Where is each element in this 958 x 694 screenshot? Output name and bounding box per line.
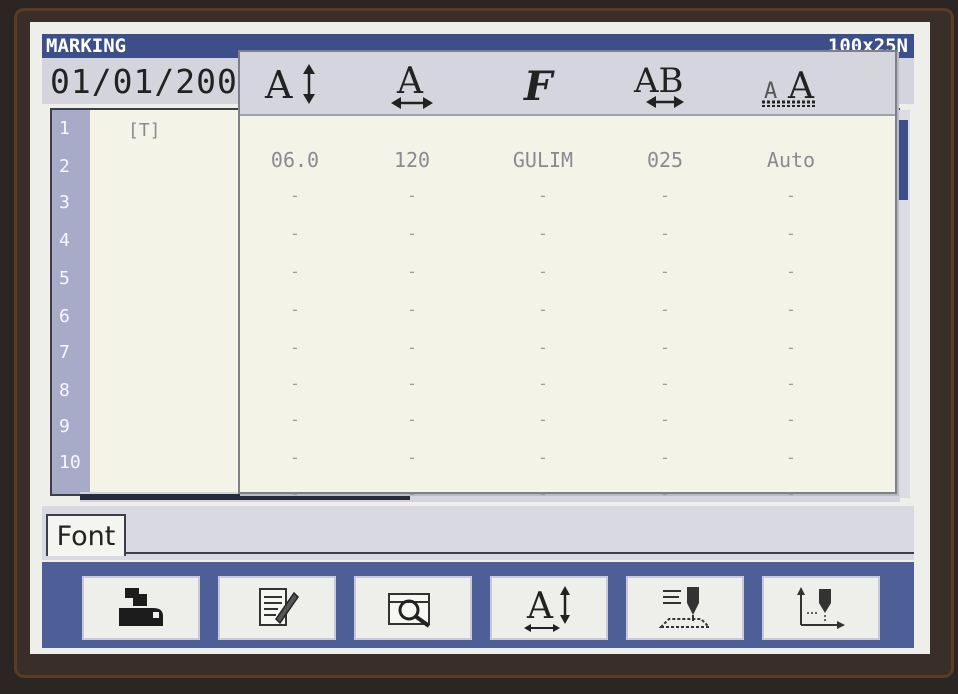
empty-cell-marker: - (660, 484, 670, 503)
lcd-screen: MARKING 100x25N 01/01/2008 1 2 3 4 5 6 7… (30, 22, 930, 654)
mark-icon (658, 587, 712, 628)
font-panel-header: A A F AB A A (240, 52, 895, 116)
empty-cell-marker: - (786, 410, 796, 429)
line-number[interactable]: 7 (59, 342, 70, 363)
line-number[interactable]: 4 (59, 230, 70, 251)
empty-cell-marker: - (786, 300, 796, 319)
svg-text:A: A (787, 66, 815, 107)
svg-text:A: A (526, 586, 554, 627)
empty-cell-marker: - (660, 224, 670, 243)
empty-cell-marker: - (290, 224, 300, 243)
empty-cell-marker: - (538, 374, 548, 393)
empty-cell-marker: - (290, 374, 300, 393)
empty-cell-marker: - (290, 338, 300, 357)
empty-cell-marker: - (786, 186, 796, 205)
vertical-scroll-thumb[interactable] (898, 120, 908, 200)
font-settings-button[interactable]: A (490, 576, 608, 640)
line-number[interactable]: 10 (59, 452, 81, 473)
char-spacing-icon[interactable]: AB (620, 58, 710, 110)
empty-cell-marker: - (538, 262, 548, 281)
back-button[interactable] (82, 576, 200, 640)
vertical-scrollbar[interactable] (896, 110, 910, 498)
svg-text:A: A (264, 63, 293, 107)
svg-text:AB: AB (633, 61, 684, 101)
origin-position-button[interactable] (762, 576, 880, 640)
line-number[interactable]: 2 (59, 156, 70, 177)
font-face-icon[interactable]: F (498, 58, 588, 110)
line-number[interactable]: 1 (59, 118, 70, 139)
char-height-value[interactable]: 06.0 (250, 148, 340, 172)
empty-cell-marker: - (786, 224, 796, 243)
line-number[interactable]: 9 (59, 416, 70, 437)
svg-text:A: A (764, 79, 777, 104)
empty-cell-marker: - (407, 374, 417, 393)
edit-button[interactable] (218, 576, 336, 640)
empty-cell-marker: - (660, 262, 670, 281)
line-1-content[interactable]: [T] (128, 120, 161, 141)
empty-cell-marker: - (660, 338, 670, 357)
empty-cell-marker: - (538, 448, 548, 467)
svg-text:A: A (396, 61, 424, 102)
line-number[interactable]: 3 (59, 192, 70, 213)
date-display: 01/01/2008 (50, 62, 259, 101)
empty-cell-marker: - (407, 186, 417, 205)
empty-cell-marker: - (660, 410, 670, 429)
empty-cell-marker: - (407, 484, 417, 503)
char-height-icon[interactable]: A (250, 58, 340, 110)
font-settings-panel: A A F AB A A 06.0 120 GULIM 025 Auto - -… (238, 50, 897, 503)
empty-cell-marker: - (660, 300, 670, 319)
empty-cell-marker: - (538, 410, 548, 429)
tab-row: Font (42, 506, 914, 560)
svg-text:F: F (523, 63, 555, 110)
empty-cell-marker: - (660, 448, 670, 467)
empty-cell-marker: - (407, 448, 417, 467)
empty-cell-marker: - (538, 484, 548, 503)
function-key-bar: A (42, 562, 914, 648)
tab-font-label: Font (56, 520, 116, 552)
empty-cell-marker: - (660, 186, 670, 205)
preview-button[interactable] (354, 576, 472, 640)
empty-cell-marker: - (786, 448, 796, 467)
dot-density-value[interactable]: Auto (746, 148, 836, 172)
dot-density-icon[interactable]: A A (746, 58, 836, 110)
empty-cell-marker: - (538, 224, 548, 243)
line-number-gutter: 1 2 3 4 5 6 7 8 9 10 (52, 110, 90, 494)
char-width-icon[interactable]: A (367, 58, 457, 110)
char-width-value[interactable]: 120 (367, 148, 457, 172)
mode-title: MARKING (46, 35, 127, 57)
empty-cell-marker: - (786, 484, 796, 503)
empty-cell-marker: - (290, 300, 300, 319)
edit-icon (259, 588, 299, 626)
tab-divider (124, 552, 914, 554)
line-number[interactable]: 6 (59, 306, 70, 327)
empty-cell-marker: - (786, 262, 796, 281)
empty-cell-marker: - (290, 448, 300, 467)
font-settings-icon: A (524, 586, 570, 632)
empty-cell-marker: - (538, 186, 548, 205)
horizontal-scroll-thumb[interactable] (80, 494, 410, 500)
back-icon (119, 588, 163, 626)
font-face-value[interactable]: GULIM (498, 148, 588, 172)
empty-cell-marker: - (290, 262, 300, 281)
empty-cell-marker: - (538, 338, 548, 357)
empty-cell-marker: - (786, 374, 796, 393)
line-number[interactable]: 5 (59, 268, 70, 289)
empty-cell-marker: - (407, 224, 417, 243)
empty-cell-marker: - (407, 262, 417, 281)
empty-cell-marker: - (786, 338, 796, 357)
empty-cell-marker: - (290, 410, 300, 429)
mark-button[interactable] (626, 576, 744, 640)
empty-cell-marker: - (538, 300, 548, 319)
preview-icon (388, 593, 431, 628)
origin-position-icon (797, 587, 845, 629)
empty-cell-marker: - (660, 374, 670, 393)
line-number[interactable]: 8 (59, 380, 70, 401)
tab-font[interactable]: Font (46, 514, 126, 556)
empty-cell-marker: - (407, 410, 417, 429)
empty-cell-marker: - (290, 186, 300, 205)
empty-cell-marker: - (407, 300, 417, 319)
char-spacing-value[interactable]: 025 (620, 148, 710, 172)
empty-cell-marker: - (407, 338, 417, 357)
empty-cell-marker: - (290, 484, 300, 503)
